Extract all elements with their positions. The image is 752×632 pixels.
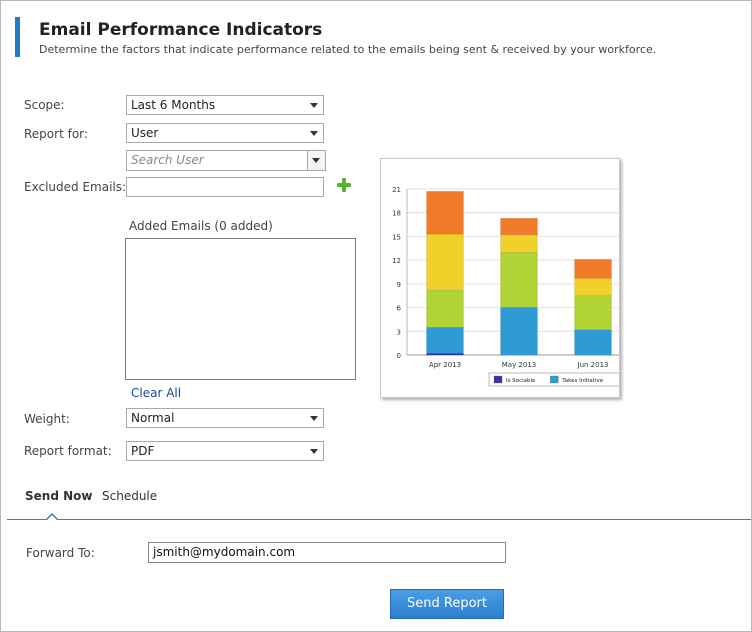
stacked-bar-chart: 0 3 6 9 12 15 18 21 Apr 2013 May 2013 Jun 2013 Is S… (392, 186, 619, 387)
tab-send-now[interactable]: Send Now (25, 489, 92, 503)
weight-select-value: Normal (131, 411, 175, 425)
chevron-down-icon (310, 416, 318, 421)
report-format-select-value: PDF (131, 444, 155, 458)
bar-segment (574, 329, 612, 356)
scope-select-value: Last 6 Months (131, 98, 216, 112)
bar-segment (500, 307, 538, 356)
y-tick-label: 3 (397, 328, 401, 336)
report-for-select[interactable]: User (126, 123, 324, 143)
added-emails-list[interactable] (125, 238, 356, 380)
weight-select[interactable]: Normal (126, 408, 324, 428)
page-subtitle: Determine the factors that indicate perf… (39, 43, 657, 56)
bar-segment (574, 259, 612, 279)
search-user-dropdown-button[interactable] (307, 151, 325, 170)
y-tick-label: 0 (397, 352, 401, 360)
forward-to-input[interactable]: jsmith@mydomain.com (148, 542, 506, 563)
active-tab-indicator-inner (47, 515, 57, 520)
forward-to-label: Forward To: (26, 546, 95, 560)
excluded-emails-label: Excluded Emails: (24, 180, 127, 194)
bar-segment (500, 251, 538, 308)
bar-segment (426, 327, 464, 354)
y-tick-label: 6 (397, 305, 402, 313)
chart-preview: 0 3 6 9 12 15 18 21 Apr 2013 May 2013 Jun 2013 Is S… (380, 158, 620, 398)
chevron-down-icon (310, 103, 318, 108)
excluded-emails-input[interactable] (126, 177, 324, 197)
weight-label: Weight: (24, 412, 70, 426)
report-for-label: Report for: (24, 127, 88, 141)
search-user-combobox[interactable]: Search User (126, 150, 326, 171)
bar-segment (574, 278, 612, 296)
bar-segment (426, 191, 464, 235)
send-report-button[interactable]: Send Report (390, 589, 504, 619)
chevron-down-icon (310, 131, 318, 136)
y-tick-label: 9 (397, 281, 401, 289)
page-title: Email Performance Indicators (39, 20, 323, 40)
add-email-plus-icon[interactable] (337, 178, 351, 192)
chevron-down-icon (310, 449, 318, 454)
report-format-label: Report format: (24, 444, 112, 458)
tab-schedule[interactable]: Schedule (102, 489, 157, 503)
x-tick-label: Apr 2013 (429, 361, 461, 369)
clear-all-link[interactable]: Clear All (131, 386, 181, 400)
chevron-down-icon (312, 158, 320, 163)
y-tick-label: 15 (392, 233, 401, 241)
bar-segment (500, 234, 538, 253)
scope-label: Scope: (24, 98, 65, 112)
y-tick-label: 18 (392, 210, 401, 218)
report-format-select[interactable]: PDF (126, 441, 324, 461)
bar-segment (426, 289, 464, 328)
header-accent-bar (15, 17, 20, 57)
scope-select[interactable]: Last 6 Months (126, 95, 324, 115)
legend-label: Takes Initiative (561, 378, 603, 384)
bar-segment (500, 217, 538, 236)
x-tick-label: May 2013 (502, 361, 537, 369)
legend-label: Is Sociable (506, 378, 536, 384)
x-tick-label: Jun 2013 (577, 361, 609, 369)
report-for-select-value: User (131, 126, 159, 140)
legend-swatch (493, 375, 503, 384)
legend-swatch (550, 375, 559, 384)
added-emails-label: Added Emails (0 added) (129, 219, 273, 233)
y-tick-label: 12 (392, 257, 401, 265)
tab-divider (7, 519, 751, 520)
search-user-input[interactable]: Search User (131, 153, 204, 167)
report-panel: Email Performance Indicators Determine t… (0, 0, 752, 632)
y-tick-label: 21 (392, 186, 401, 194)
bar-segment (426, 233, 464, 291)
bar-segment (574, 295, 612, 330)
